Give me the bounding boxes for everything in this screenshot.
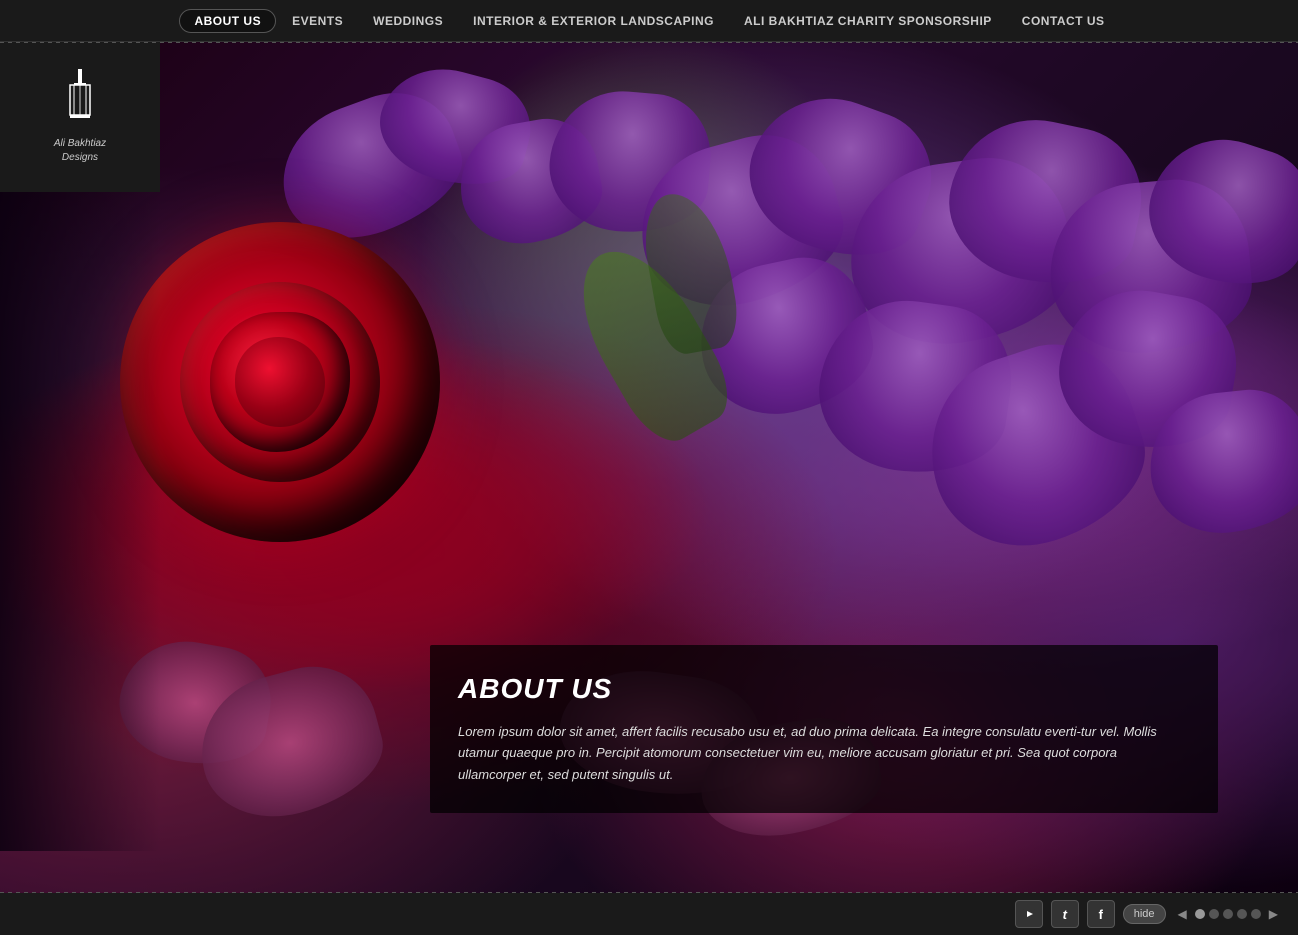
hero-section: ABOUT US Lorem ipsum dolor sit amet, aff… xyxy=(0,42,1298,893)
dot-2[interactable] xyxy=(1209,909,1219,919)
youtube-icon[interactable] xyxy=(1015,900,1043,928)
twitter-icon[interactable]: t xyxy=(1051,900,1079,928)
dot-3[interactable] xyxy=(1223,909,1233,919)
bottom-bar: t f hide ◀ ▶ xyxy=(0,893,1298,935)
dot-4[interactable] xyxy=(1237,909,1247,919)
nav-item-landscaping[interactable]: INTERIOR & EXTERIOR LANDSCAPING xyxy=(459,9,728,33)
dot-1[interactable] xyxy=(1195,909,1205,919)
hide-button[interactable]: hide xyxy=(1123,904,1166,924)
logo-icon xyxy=(60,69,100,131)
next-arrow[interactable]: ▶ xyxy=(1265,905,1282,923)
facebook-icon[interactable]: f xyxy=(1087,900,1115,928)
prev-arrow[interactable]: ◀ xyxy=(1174,905,1191,923)
about-title: ABOUT US xyxy=(458,673,1186,705)
logo-box[interactable]: Ali Bakhtiaz Designs xyxy=(0,42,160,192)
dot-5[interactable] xyxy=(1251,909,1261,919)
slide-dots: ◀ ▶ xyxy=(1174,905,1282,923)
dashed-separator-top xyxy=(0,42,1298,43)
logo-text: Ali Bakhtiaz Designs xyxy=(54,137,106,165)
about-body-text: Lorem ipsum dolor sit amet, affert facil… xyxy=(458,721,1186,785)
rose-flower xyxy=(120,222,440,542)
nav-item-charity[interactable]: ALI BAKHTIAZ CHARITY SPONSORSHIP xyxy=(730,9,1006,33)
left-dark-overlay xyxy=(0,84,160,851)
about-us-box: ABOUT US Lorem ipsum dolor sit amet, aff… xyxy=(430,645,1218,813)
nav-item-events[interactable]: EVENTS xyxy=(278,9,357,33)
top-navigation: ABOUT USEVENTSWEDDINGSINTERIOR & EXTERIO… xyxy=(0,0,1298,42)
nav-item-contact-us[interactable]: CONTACT US xyxy=(1008,9,1119,33)
nav-item-about-us[interactable]: ABOUT US xyxy=(179,9,276,33)
nav-menu: ABOUT USEVENTSWEDDINGSINTERIOR & EXTERIO… xyxy=(179,9,1118,33)
nav-item-weddings[interactable]: WEDDINGS xyxy=(359,9,457,33)
